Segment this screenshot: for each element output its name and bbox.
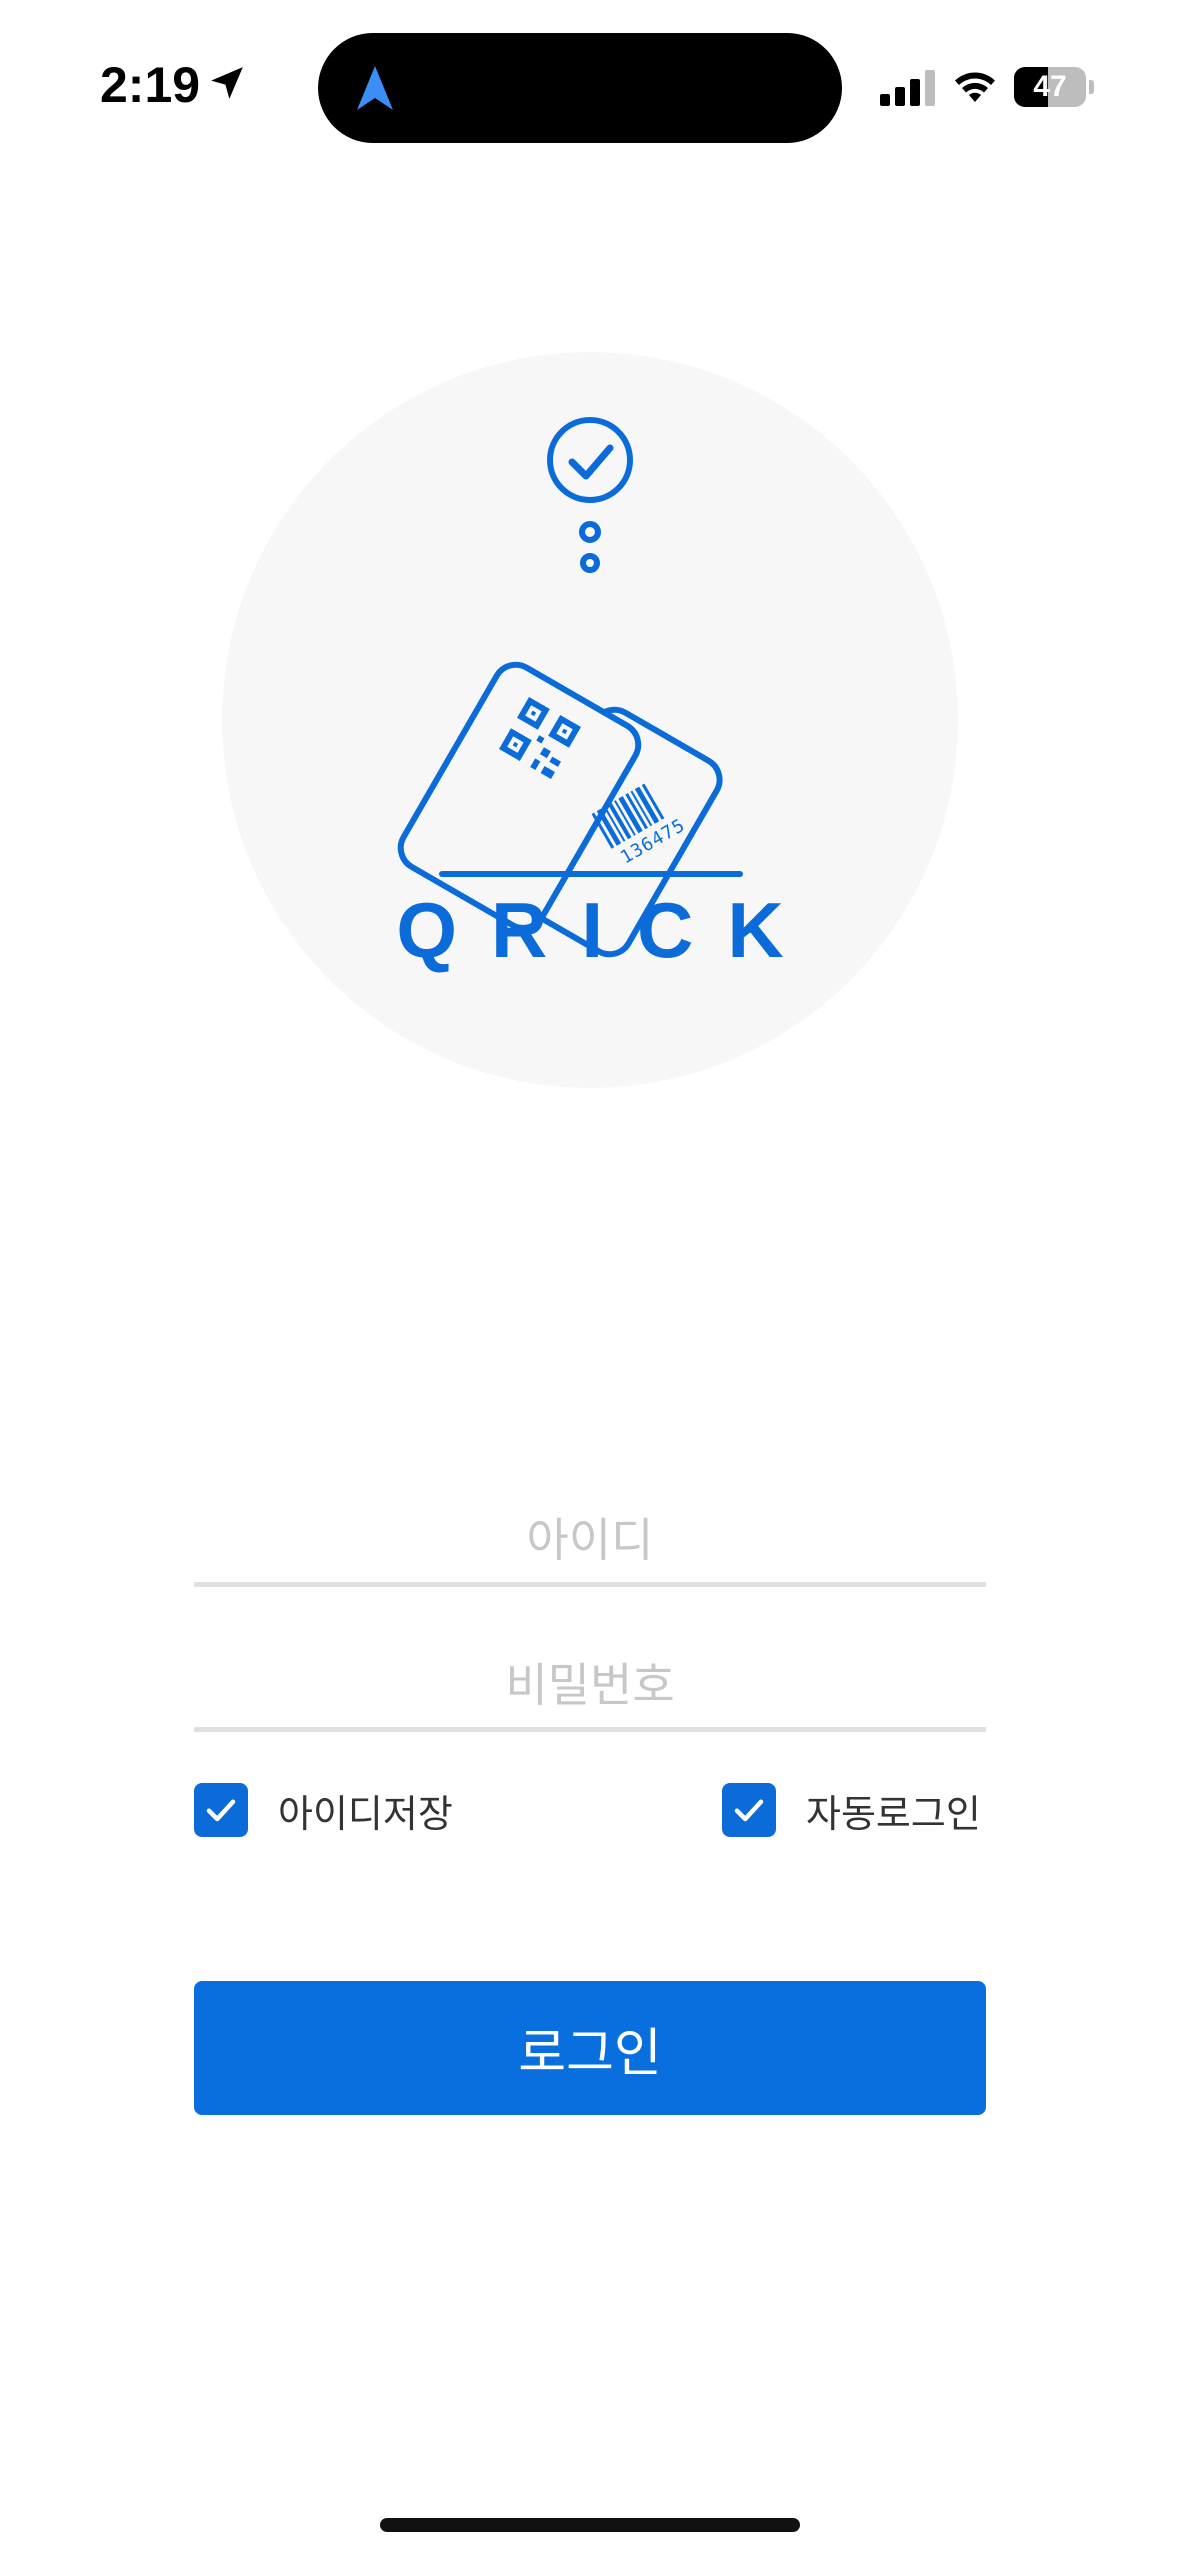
status-time: 2:19	[100, 57, 201, 113]
auto-login-checkbox[interactable]: 자동로그인	[722, 1782, 981, 1838]
battery-nub	[1089, 80, 1094, 94]
login-button[interactable]: 로그인	[194, 1981, 986, 2115]
password-input[interactable]	[194, 1643, 986, 1732]
home-indicator[interactable]	[380, 2518, 800, 2532]
location-arrow-icon	[211, 67, 243, 99]
battery-level: 47	[1033, 70, 1067, 103]
check-icon	[206, 1799, 236, 1822]
auto-login-label: 자동로그인	[806, 1791, 981, 1836]
check-icon	[734, 1799, 764, 1822]
auto-login-checkbox-box[interactable]	[722, 1783, 776, 1837]
dynamic-island	[318, 33, 842, 143]
status-bar: 2:19 47	[0, 0, 1179, 170]
battery-icon: 47	[1014, 67, 1096, 107]
save-id-checkbox-box[interactable]	[194, 1783, 248, 1837]
save-id-checkbox[interactable]: 아이디저장	[194, 1782, 453, 1838]
brand-name: QRICK	[396, 886, 818, 974]
id-input[interactable]	[194, 1498, 986, 1587]
navigation-arrow-icon	[357, 66, 393, 110]
save-id-label: 아이디저장	[278, 1791, 453, 1836]
qrick-logo-icon: 136475	[397, 417, 743, 958]
wifi-icon	[955, 72, 995, 102]
signal-icon	[880, 70, 935, 106]
battery-body: 47	[1014, 67, 1086, 107]
